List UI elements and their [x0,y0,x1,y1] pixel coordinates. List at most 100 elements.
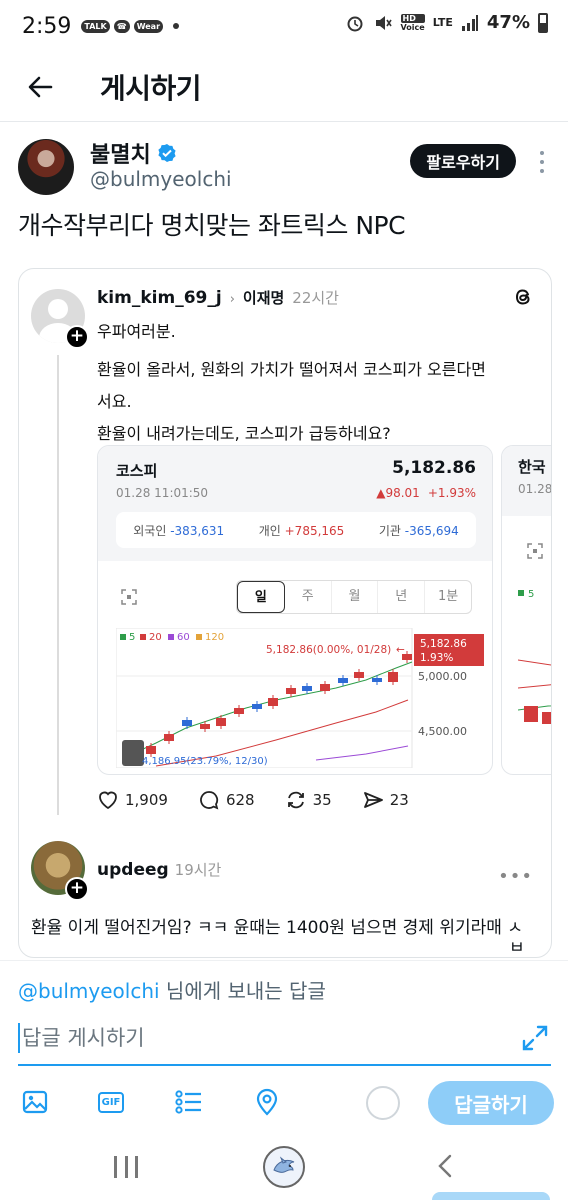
share-action[interactable]: 23 [362,789,409,811]
chevron-right-icon: › [229,292,235,307]
reply-more-icon: ••• [498,866,533,887]
investor-value: -383,631 [170,523,225,538]
location-button[interactable] [252,1087,282,1117]
follow-button[interactable]: 팔로우하기 [410,144,516,178]
thread-time: 22시간 [292,289,339,307]
period-tab-day: 일 [237,581,285,613]
price-tag-value: 5,182.86 [420,638,467,650]
follow-plus-icon: + [65,877,89,901]
follow-plus-icon: + [65,325,89,349]
thread-line-1: 우파여러분. [97,322,176,341]
notification-icons: TALK ☎ Wear [81,19,180,33]
image-icon [22,1090,48,1114]
home-button[interactable] [263,1146,305,1188]
investor-individual: 개인 +785,165 [259,522,345,539]
stock-name: 코스피 [116,462,158,480]
dolphin-icon [273,1156,295,1173]
reply-meta: updeeg 19시간 [97,859,221,880]
back-nav-icon[interactable] [432,1152,460,1180]
ma-legend-120: 120 [205,632,224,643]
investor-foreign: 외국인 -383,631 [133,522,224,539]
high-annotation: 5,182.86(0.00%, 01/28) [266,644,391,656]
repost-count: 35 [312,791,332,809]
arrow-left-icon [28,76,53,97]
more-notifications-icon [173,23,180,29]
mute-icon [375,15,392,30]
next-card-chart: 5 [518,589,551,724]
thread-line-3: 서요. [97,392,132,411]
stock-price: 5,182.86 [392,458,476,478]
repost-action[interactable]: 35 [285,789,332,811]
author-name[interactable]: 불멸치 [90,137,151,169]
y-tick-5000: 5,000.00 [418,670,467,683]
investor-flows: 외국인 -383,631 개인 +785,165 기관 -365,694 [116,512,476,548]
back-button[interactable] [20,67,60,107]
input-underline [18,1064,551,1066]
reply-to-label: @bulmyeolchi 님에게 보내는 답글 [18,975,326,1004]
thread-line-2: 환율이 올라서, 원화의 가치가 떨어져서 코스피가 오른다면 [97,360,486,379]
investor-label: 개인 [258,523,281,538]
expand-icon[interactable] [520,1023,550,1053]
stock-header: 코스피 01.28 11:01:50 5,182.86 ▲98.01 +1.93… [98,446,492,561]
hd-label: HD [400,13,425,23]
stock-change-percent: +1.93% [427,486,476,500]
hd-voice-icon: HD Voice [400,13,425,32]
period-tab-week: 주 [285,581,332,613]
investor-value: -365,694 [404,523,459,538]
period-tab-month: 월 [332,581,379,613]
voice-label: Voice [400,22,425,32]
reply-to-mention[interactable]: @bulmyeolchi [18,979,160,1003]
y-tick-4500: 4,500.00 [418,725,467,738]
investor-institution: 기관 -365,694 [379,522,459,539]
repost-icon [287,791,304,809]
battery-percent: 47% [486,12,530,33]
thread-meta: kim_kim_69_j › 이재명 22시간 [97,287,339,308]
like-count: 1,909 [125,791,168,809]
period-tab-minute: 1분 [437,589,459,604]
target-icon [116,584,142,610]
period-tab-year: 년 [378,581,426,613]
reply-time: 19시간 [174,861,222,879]
system-nav-bar [0,1140,568,1200]
status-bar: 2:59 TALK ☎ Wear HD Voice LTE 47% [0,0,568,52]
price-tag-percent: 1.93% [420,652,453,664]
comment-action[interactable]: 628 [198,789,255,811]
stock-change-points: ▲98.01 [376,486,420,500]
author-handle[interactable]: @bulmyeolchi [90,167,232,191]
stock-card-next: 한국 01.28 5 [501,445,551,775]
recents-button[interactable] [114,1156,138,1178]
gif-button[interactable]: GIF [96,1087,126,1117]
app-header: 게시하기 [0,52,568,122]
thread-username: kim_kim_69_j [97,288,222,308]
reply-username: updeeg [97,860,169,880]
investor-value: +785,165 [284,523,345,538]
call-notification-icon: ☎ [113,19,130,33]
embedded-image[interactable]: + kim_kim_69_j › 이재명 22시간 우파여러분. 환율이 올라서… [18,268,552,958]
author-avatar[interactable] [18,139,74,195]
ma-legend-20: 20 [149,632,162,643]
thread-actions: 1,909 628 35 23 [97,789,409,811]
investor-label: 외국인 [133,523,167,538]
period-tabs: 일 주 월 년 1분 [236,580,472,614]
low-annotation: 4,186.95(23.79%, 12/30) [142,756,268,767]
reply-input[interactable]: 답글 게시하기 [18,1023,508,1053]
battery-icon [538,12,548,33]
stock-card: 코스피 01.28 11:01:50 5,182.86 ▲98.01 +1.93… [97,445,493,775]
reply-submit-button[interactable]: 답글하기 [428,1081,554,1125]
next-legend-5: 5 [528,589,534,600]
poll-button[interactable] [174,1087,204,1117]
chart-overlay-icon [122,740,144,766]
stock-change: ▲98.01 +1.93% [376,486,476,500]
location-pin-icon [256,1088,278,1116]
reply-text-overflow: ㅂ [509,938,525,958]
author-name-row: 불멸치 [90,137,177,169]
signal-icon [461,14,478,31]
send-icon [363,792,383,808]
more-options-icon[interactable] [538,151,546,173]
wear-notification-icon: Wear [133,19,164,33]
stock-next-name: 한국 [518,458,546,476]
image-button[interactable] [20,1087,50,1117]
stock-datetime: 01.28 11:01:50 [116,486,209,500]
bottom-peek-bar [432,1192,550,1200]
like-action[interactable]: 1,909 [97,789,168,811]
